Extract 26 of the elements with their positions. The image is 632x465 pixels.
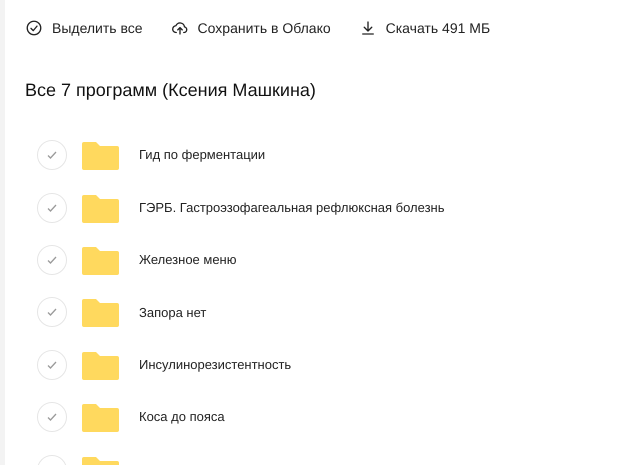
folder-icon	[82, 140, 119, 170]
select-checkbox[interactable]	[37, 192, 67, 223]
toolbar-button[interactable]: Сохранить в Облако	[170, 18, 331, 38]
folder-icon	[82, 402, 119, 432]
folder-icon	[82, 350, 119, 380]
toolbar-button[interactable]: Скачать 491 МБ	[358, 18, 490, 38]
folder-icon	[82, 192, 119, 223]
folder-icon	[82, 244, 119, 275]
checkmark-icon	[46, 411, 58, 424]
select-checkbox[interactable]	[37, 402, 67, 432]
toolbar-button[interactable]: Выделить все	[25, 18, 143, 38]
select-checkbox[interactable]	[37, 140, 67, 170]
folder-name[interactable]: ГЭРБ. Гастроэзофагеальная рефлюксная болезнь	[139, 198, 444, 218]
select-checkbox[interactable]	[37, 244, 67, 275]
folder-name[interactable]: Железное меню	[139, 250, 236, 270]
folder-name[interactable]: Коса до пояса	[139, 407, 225, 427]
folder-name[interactable]: Запора нет	[139, 302, 206, 322]
check-circle-icon	[25, 19, 43, 37]
checkmark-icon	[46, 306, 58, 318]
page-heading: Все 7 программ (Ксения Машкина)	[25, 79, 317, 101]
folder-name[interactable]: Инсулинорезистентность	[139, 355, 292, 374]
folder-name[interactable]: Гид по ферментации	[139, 145, 266, 165]
select-checkbox[interactable]	[37, 350, 67, 380]
checkmark-icon	[46, 149, 58, 162]
folder-icon	[82, 297, 119, 328]
select-checkbox[interactable]	[37, 297, 67, 328]
